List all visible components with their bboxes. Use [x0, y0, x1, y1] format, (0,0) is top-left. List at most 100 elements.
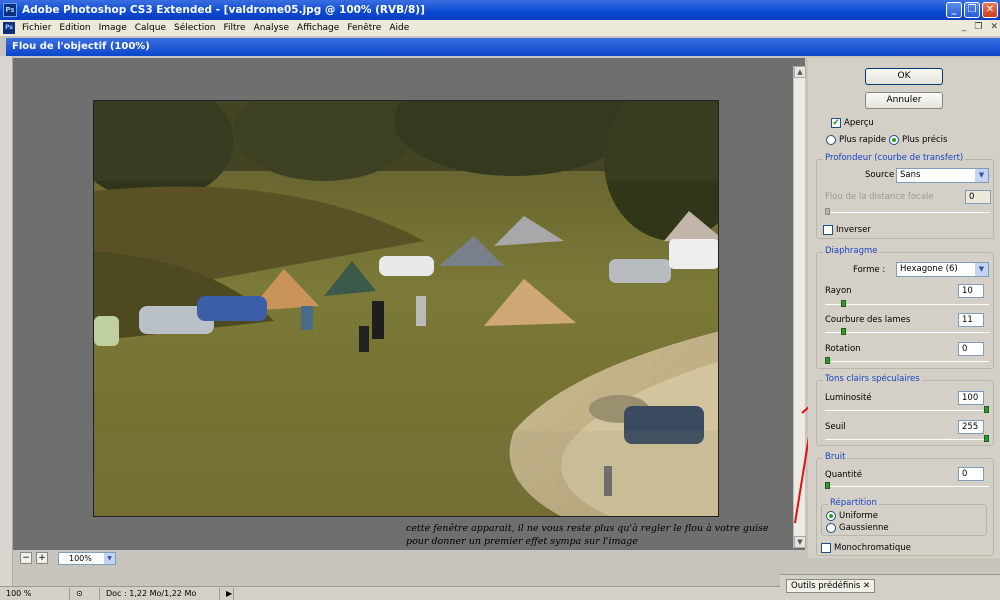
menu-fichier[interactable]: Fichier [18, 23, 55, 33]
amount-field[interactable]: 0 [958, 467, 984, 481]
precise-radio[interactable] [889, 135, 899, 145]
uniform-label: Uniforme [839, 511, 879, 521]
brightness-slider-thumb[interactable] [984, 406, 989, 413]
focal-distance-field[interactable]: 0 [965, 190, 991, 204]
preview-photo [93, 100, 719, 517]
menu-filtre[interactable]: Filtre [220, 23, 250, 33]
tutorial-annotation: cette fenêtre apparait, il ne vous reste… [406, 522, 786, 548]
fast-label: Plus rapide [839, 135, 887, 145]
window-title: Adobe Photoshop CS3 Extended - [valdrome… [22, 4, 425, 16]
rotation-slider[interactable] [825, 361, 989, 362]
doc-minimize-icon[interactable]: _ [962, 22, 967, 32]
invert-label: Inverser [836, 225, 871, 235]
iris-group: Diaphragme Forme : Hexagone (6) ▼ Rayon … [816, 246, 994, 369]
menu-fenetre[interactable]: Fenêtre [343, 23, 385, 33]
annotation-line-2: pour donner un premier effet sympa sur l… [406, 536, 638, 547]
menu-image[interactable]: Image [95, 23, 131, 33]
scroll-down-icon[interactable]: ▼ [794, 536, 806, 548]
distribution-group-title: Répartition [828, 498, 879, 508]
specular-group: Tons clairs spéculaires Luminosité 100 S… [816, 374, 994, 446]
curvature-label: Courbure des lames [825, 315, 911, 325]
tools-presets-panel: Outils prédéfinis ✕ [780, 574, 1000, 600]
source-label: Source : [865, 170, 900, 180]
focal-distance-slider[interactable] [825, 212, 989, 213]
scroll-up-icon[interactable]: ▲ [794, 66, 806, 78]
status-menu-arrow-icon[interactable]: ▶ [220, 587, 234, 600]
brightness-label: Luminosité [825, 393, 872, 403]
brightness-slider[interactable] [825, 410, 989, 411]
minimize-button[interactable]: _ [946, 2, 962, 18]
doc-close-icon[interactable]: ✕ [990, 22, 998, 32]
dialog-title: Flou de l'objectif (100%) [12, 41, 150, 52]
curvature-slider-thumb[interactable] [841, 328, 846, 335]
dialog-title-bar: Flou de l'objectif (100%) [6, 38, 1000, 56]
annotation-line-1: cette fenêtre apparait, il ne vous reste… [406, 523, 769, 534]
radius-slider[interactable] [825, 304, 989, 305]
doc-restore-icon[interactable]: ❐ [974, 22, 982, 32]
zoom-value: 100% [69, 553, 92, 563]
zoom-controls: − + 100% ▼ [20, 550, 116, 566]
menu-analyse[interactable]: Analyse [250, 23, 293, 33]
shape-value: Hexagone (6) [900, 264, 958, 274]
threshold-slider[interactable] [825, 439, 989, 440]
monochromatic-label: Monochromatique [834, 543, 911, 553]
restore-button[interactable]: ❐ [964, 2, 980, 18]
rotation-label: Rotation [825, 344, 861, 354]
menu-edition[interactable]: Edition [55, 23, 94, 33]
amount-slider-thumb[interactable] [825, 482, 830, 489]
monochromatic-checkbox[interactable] [821, 543, 831, 553]
status-zoom[interactable]: 100 % [0, 587, 70, 600]
menu-calque[interactable]: Calque [131, 23, 170, 33]
iris-group-title: Diaphragme [823, 246, 880, 256]
source-value: Sans [900, 170, 921, 180]
status-icon[interactable]: ⊙ [70, 587, 100, 600]
radius-slider-thumb[interactable] [841, 300, 846, 307]
tools-presets-label: Outils prédéfinis [791, 581, 861, 591]
menu-aide[interactable]: Aide [385, 23, 413, 33]
zoom-in-button[interactable]: + [36, 552, 48, 564]
invert-checkbox[interactable] [823, 225, 833, 235]
tools-presets-tab[interactable]: Outils prédéfinis ✕ [786, 579, 876, 593]
radius-field[interactable]: 10 [958, 284, 984, 298]
photoshop-app-icon: Ps [3, 3, 17, 17]
fast-radio[interactable] [826, 135, 836, 145]
precise-label: Plus précis [902, 135, 948, 145]
rotation-field[interactable]: 0 [958, 342, 984, 356]
chevron-down-icon: ▼ [975, 169, 988, 182]
menu-selection[interactable]: Sélection [170, 23, 219, 33]
depth-group-title: Profondeur (courbe de transfert) [823, 153, 966, 163]
chevron-down-icon: ▼ [975, 263, 988, 276]
close-button[interactable]: ✕ [982, 2, 998, 18]
curvature-field[interactable]: 11 [958, 313, 984, 327]
threshold-label: Seuil [825, 422, 846, 432]
brightness-field[interactable]: 100 [958, 391, 984, 405]
distribution-group: Répartition Uniforme Gaussienne [821, 498, 987, 536]
cancel-button[interactable]: Annuler [865, 92, 943, 109]
source-select[interactable]: Sans ▼ [896, 168, 989, 183]
shape-select[interactable]: Hexagone (6) ▼ [896, 262, 989, 277]
status-bar: 100 % ⊙ Doc : 1,22 Mo/1,22 Mo ▶ [0, 586, 780, 600]
threshold-field[interactable]: 255 [958, 420, 984, 434]
title-bar: Ps Adobe Photoshop CS3 Extended - [valdr… [0, 0, 1000, 20]
rotation-slider-thumb[interactable] [825, 357, 830, 364]
document-window-controls: _ ❐ ✕ [962, 22, 998, 32]
zoom-out-button[interactable]: − [20, 552, 32, 564]
focal-distance-slider-thumb[interactable] [825, 208, 830, 215]
preview-group: ✔ Aperçu Plus rapide Plus précis [816, 114, 994, 150]
radius-label: Rayon [825, 286, 852, 296]
threshold-slider-thumb[interactable] [984, 435, 989, 442]
menu-bar: Ps Fichier Edition Image Calque Sélectio… [0, 20, 1000, 36]
focal-distance-label: Flou de la distance focale [825, 192, 934, 202]
gaussian-radio[interactable] [826, 523, 836, 533]
uniform-radio[interactable] [826, 511, 836, 521]
curvature-slider[interactable] [825, 332, 989, 333]
amount-slider[interactable] [825, 486, 989, 487]
photoshop-doc-icon[interactable]: Ps [3, 22, 15, 34]
depth-group: Profondeur (courbe de transfert) Source … [816, 153, 994, 239]
status-doc-size: Doc : 1,22 Mo/1,22 Mo [100, 587, 220, 600]
menu-affichage[interactable]: Affichage [293, 23, 343, 33]
apercu-checkbox[interactable]: ✔ [831, 118, 841, 128]
zoom-select[interactable]: 100% ▼ [58, 551, 116, 565]
apercu-label: Aperçu [844, 118, 874, 128]
ok-button[interactable]: OK [865, 68, 943, 85]
